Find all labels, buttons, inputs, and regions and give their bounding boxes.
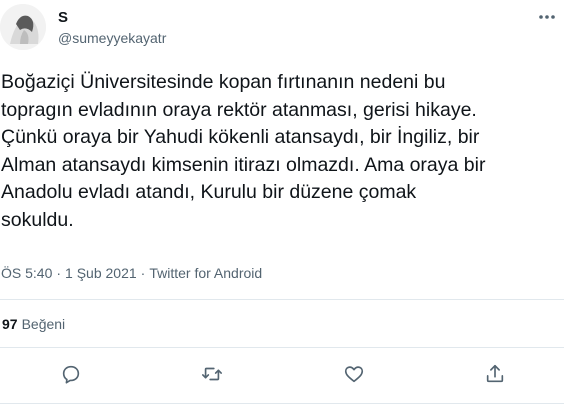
like-icon[interactable] [340, 360, 368, 388]
tweet-meta: ÖS 5:40 · 1 Şub 2021 · Twitter for Android [1, 265, 262, 281]
likes-stat[interactable]: 97 Beğeni [2, 316, 65, 332]
avatar-image [0, 4, 46, 50]
tweet-text: Boğaziçi Üniversitesinde kopan fırtınanı… [1, 71, 486, 231]
likes-label: Beğeni [21, 316, 66, 332]
meta-separator: · [56, 265, 62, 281]
likes-count: 97 [2, 316, 18, 332]
share-icon[interactable] [481, 360, 509, 388]
tweet-time[interactable]: ÖS 5:40 [1, 265, 52, 281]
action-bar [0, 360, 564, 388]
user-handle[interactable]: @sumeyyekayatr [58, 30, 166, 46]
reply-icon[interactable] [57, 360, 85, 388]
retweet-icon[interactable] [198, 360, 226, 388]
tweet-card: S @sumeyyekayatr Boğaziçi Üniversitesind… [0, 0, 564, 408]
tweet-date[interactable]: 1 Şub 2021 [65, 265, 137, 281]
divider [0, 403, 564, 404]
display-name[interactable]: S [58, 9, 68, 26]
more-options-icon[interactable] [536, 6, 558, 28]
divider [0, 299, 564, 300]
tweet-source[interactable]: Twitter for Android [149, 265, 262, 281]
avatar[interactable] [0, 4, 46, 50]
divider [0, 347, 564, 348]
meta-separator: · [140, 265, 146, 281]
